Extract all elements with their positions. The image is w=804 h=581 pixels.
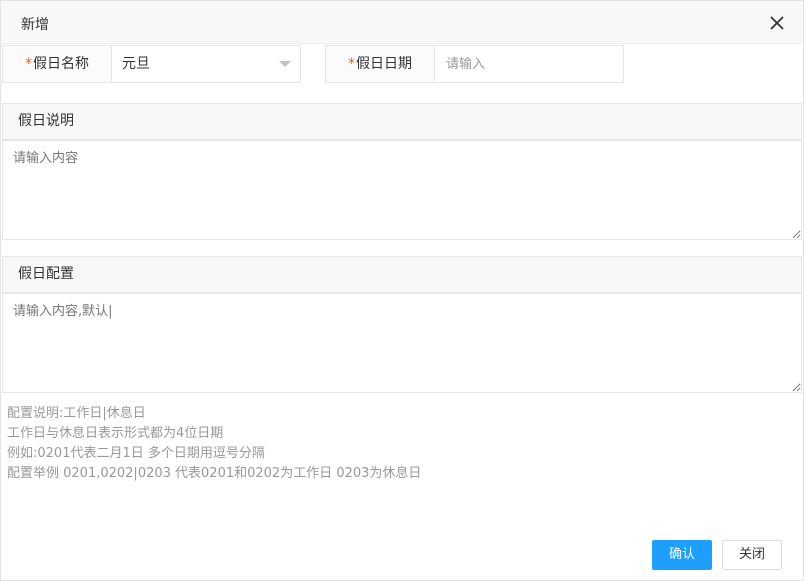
holiday-name-label: *假日名称 xyxy=(3,46,112,82)
close-icon[interactable] xyxy=(767,13,787,33)
confirm-button[interactable]: 确认 xyxy=(652,540,712,570)
dialog-title: 新增 xyxy=(21,17,49,33)
required-mark: * xyxy=(25,56,32,72)
config-help-notes: 配置说明:工作日|休息日 工作日与休息日表示形式都为4位日期 例如:0201代表… xyxy=(7,404,421,484)
holiday-name-field: *假日名称 元旦 xyxy=(2,45,301,83)
description-section-header: 假日说明 xyxy=(2,103,802,140)
chevron-down-icon[interactable] xyxy=(279,61,291,67)
help-note-line: 工作日与休息日表示形式都为4位日期 xyxy=(7,426,224,441)
description-textarea[interactable] xyxy=(2,140,802,240)
holiday-date-label: *假日日期 xyxy=(326,46,435,82)
holiday-date-input[interactable] xyxy=(436,46,622,82)
holiday-date-field: *假日日期 xyxy=(325,45,624,83)
config-textarea[interactable] xyxy=(2,293,802,393)
holiday-name-select[interactable]: 元旦 xyxy=(122,46,150,82)
required-mark: * xyxy=(348,56,355,72)
add-holiday-dialog: 新增 *假日名称 元旦 *假日日期 假日说明 假日配置 配置说明:工作日|休息日… xyxy=(0,0,804,581)
help-note-line: 配置说明:工作日|休息日 xyxy=(7,406,146,421)
dialog-titlebar: 新增 xyxy=(1,1,803,44)
config-section-header: 假日配置 xyxy=(2,256,802,293)
help-note-line: 配置举例 0201,0202|0203 代表0201和0202为工作日 0203… xyxy=(7,466,422,481)
close-button[interactable]: 关闭 xyxy=(722,540,782,570)
help-note-line: 例如:0201代表二月1日 多个日期用逗号分隔 xyxy=(7,446,265,461)
